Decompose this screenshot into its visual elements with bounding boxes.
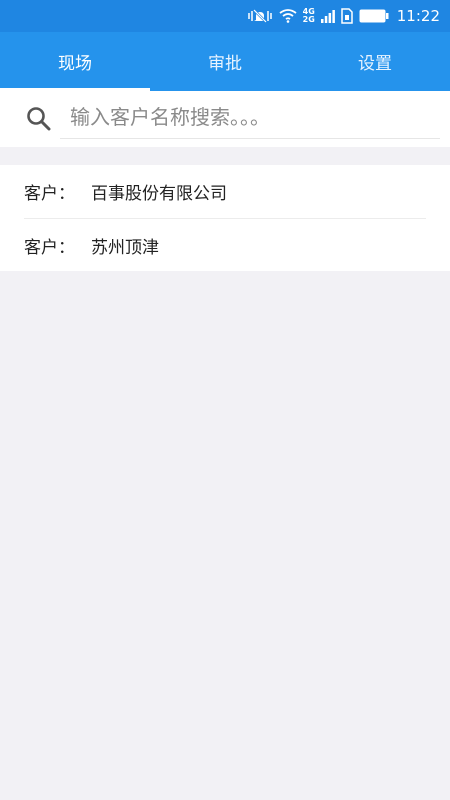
wifi-icon bbox=[279, 9, 297, 23]
customer-label: 客户： bbox=[24, 184, 75, 204]
customer-name: 百事股份有限公司 bbox=[91, 184, 227, 204]
customer-name: 苏州顶津 bbox=[91, 237, 159, 258]
customer-label: 客户： bbox=[24, 237, 75, 258]
status-bar: 4G 2G 11:22 bbox=[0, 0, 450, 32]
sim-card-icon bbox=[341, 8, 353, 24]
customer-list-item[interactable]: 客户： 百事股份有限公司 bbox=[24, 165, 426, 218]
tab-bar: 现场 审批 设置 bbox=[0, 32, 450, 91]
search-icon bbox=[26, 106, 52, 132]
battery-icon bbox=[359, 9, 389, 23]
tab-on-site[interactable]: 现场 bbox=[0, 32, 150, 91]
tab-settings[interactable]: 设置 bbox=[300, 32, 450, 91]
status-time: 11:22 bbox=[396, 7, 440, 25]
customer-search-input[interactable] bbox=[60, 95, 440, 139]
customer-list-item[interactable]: 客户： 苏州顶津 bbox=[24, 218, 426, 271]
network-type-indicator: 4G 2G bbox=[303, 8, 315, 24]
customer-list: 客户： 百事股份有限公司 客户： 苏州顶津 bbox=[0, 165, 450, 271]
mute-vibrate-icon bbox=[247, 8, 273, 24]
search-bar bbox=[0, 91, 450, 147]
network-type-bottom: 2G bbox=[302, 15, 315, 24]
tab-approval[interactable]: 审批 bbox=[150, 32, 300, 91]
signal-icon bbox=[320, 9, 335, 23]
